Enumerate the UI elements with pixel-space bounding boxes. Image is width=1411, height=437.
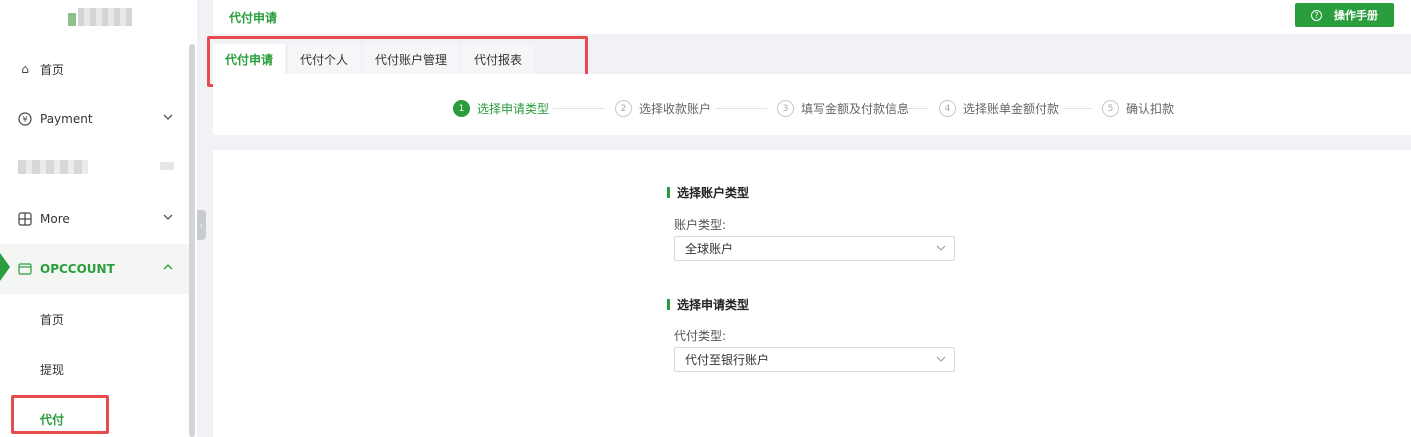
section-title-text: 选择申请类型 bbox=[677, 298, 750, 312]
step-4: 4 选择账单金额付款 bbox=[939, 100, 1059, 117]
chevron-down-icon bbox=[936, 243, 946, 256]
step-label: 填写金额及付款信息 bbox=[801, 102, 910, 116]
payout-type-label: 代付类型: bbox=[674, 329, 727, 343]
section-title-apply-type: 选择申请类型 bbox=[667, 296, 749, 313]
step-label: 选择申请类型 bbox=[477, 102, 550, 116]
step-label: 确认扣款 bbox=[1126, 102, 1175, 116]
redacted-menu-item[interactable] bbox=[18, 160, 88, 174]
page-header: 代付申请 ? 操作手册 bbox=[213, 0, 1411, 34]
chevron-down-icon bbox=[163, 112, 173, 125]
section-marker bbox=[667, 187, 670, 198]
account-type-value: 全球账户 bbox=[685, 242, 734, 256]
chevron-down-icon bbox=[163, 212, 173, 225]
redacted-menu-item-extra bbox=[160, 162, 174, 170]
section-marker bbox=[667, 299, 670, 310]
step-connector bbox=[904, 108, 929, 109]
highlight-box-payout bbox=[11, 395, 109, 434]
step-number: 5 bbox=[1102, 100, 1119, 117]
step-connector bbox=[553, 108, 605, 109]
sidebar-item-home[interactable]: ⌂ 首页 bbox=[0, 44, 190, 94]
step-number: 2 bbox=[615, 100, 632, 117]
home-icon: ⌂ bbox=[21, 62, 29, 76]
step-number: 1 bbox=[453, 100, 470, 117]
section-title-account-type: 选择账户类型 bbox=[667, 184, 749, 201]
collapse-sidebar-handle[interactable]: ‹ bbox=[197, 210, 206, 240]
account-type-label: 账户类型: bbox=[674, 218, 727, 232]
sidebar-item-payment[interactable]: ¥ Payment bbox=[0, 94, 190, 144]
sidebar-subitem-home[interactable]: 首页 bbox=[0, 294, 190, 344]
sidebar-item-label: OPCCOUNT bbox=[40, 262, 115, 276]
step-connector bbox=[1064, 108, 1092, 109]
page-title: 代付申请 bbox=[229, 11, 278, 25]
svg-text:¥: ¥ bbox=[22, 115, 27, 124]
sidebar: ⌂ 首页 ¥ Payment More OPCCOUNT 首页 提现 代付 bbox=[0, 0, 197, 437]
sidebar-subitem-label: 首页 bbox=[40, 312, 65, 327]
sidebar-item-label: More bbox=[40, 212, 70, 226]
sidebar-item-more[interactable]: More bbox=[0, 194, 190, 244]
step-1: 1 选择申请类型 bbox=[453, 100, 549, 117]
section-title-text: 选择账户类型 bbox=[677, 186, 750, 200]
step-number: 4 bbox=[939, 100, 956, 117]
chevron-up-icon bbox=[163, 262, 173, 275]
payout-type-select[interactable]: 代付至银行账户 bbox=[674, 347, 955, 372]
grid-icon bbox=[18, 212, 32, 226]
yuan-circle-icon: ¥ bbox=[18, 112, 32, 126]
logo bbox=[68, 8, 132, 26]
sidebar-item-label: Payment bbox=[40, 112, 93, 126]
chevron-down-icon bbox=[936, 354, 946, 367]
payout-type-value: 代付至银行账户 bbox=[685, 353, 770, 367]
manual-button-label: 操作手册 bbox=[1334, 9, 1378, 22]
manual-button[interactable]: ? 操作手册 bbox=[1295, 3, 1394, 27]
steps-panel: 1 选择申请类型 2 选择收款账户 3 填写金额及付款信息 4 选择账单金额付款… bbox=[213, 74, 1411, 135]
chevron-left-icon: ‹ bbox=[199, 220, 204, 230]
help-icon: ? bbox=[1311, 9, 1322, 21]
card-icon bbox=[18, 262, 32, 276]
sidebar-subitem-withdraw[interactable]: 提现 bbox=[0, 344, 190, 394]
account-type-select[interactable]: 全球账户 bbox=[674, 236, 955, 261]
sidebar-subitem-label: 提现 bbox=[40, 362, 65, 377]
step-2: 2 选择收款账户 bbox=[615, 100, 711, 117]
step-connector bbox=[715, 108, 767, 109]
sidebar-item-opccount[interactable]: OPCCOUNT bbox=[0, 244, 190, 294]
sidebar-item-label: 首页 bbox=[40, 62, 65, 77]
form-panel: 选择账户类型 账户类型: 全球账户 选择申请类型 代付类型: 代付至银行账户 bbox=[213, 150, 1411, 437]
active-indicator bbox=[0, 253, 10, 281]
step-5: 5 确认扣款 bbox=[1102, 100, 1174, 117]
sidebar-scrollbar[interactable] bbox=[189, 44, 195, 437]
step-label: 选择收款账户 bbox=[639, 102, 712, 116]
step-label: 选择账单金额付款 bbox=[963, 102, 1060, 116]
step-3: 3 填写金额及付款信息 bbox=[777, 100, 909, 117]
step-number: 3 bbox=[777, 100, 794, 117]
